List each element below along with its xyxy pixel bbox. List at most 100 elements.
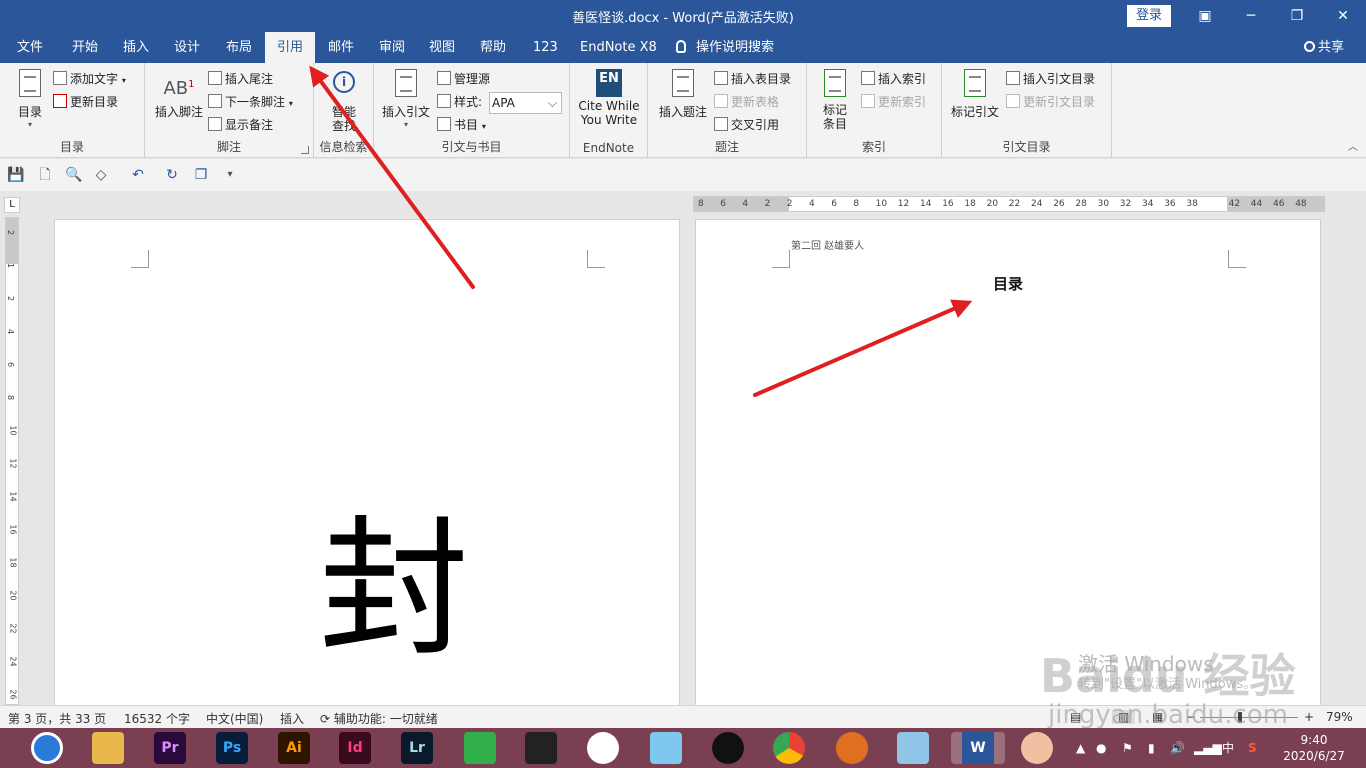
undo-icon[interactable]: ↶ (129, 166, 147, 184)
tab-home[interactable]: 开始 (60, 32, 110, 63)
crop-mark (772, 250, 790, 268)
collapse-ribbon-icon[interactable]: ︿ (1348, 138, 1358, 153)
insert-mode[interactable]: 插入 (280, 710, 304, 727)
insert-citation-button[interactable]: 插入引文 ▾ (380, 69, 432, 129)
show-notes-button[interactable]: 显示备注 (208, 115, 273, 135)
update-table-button[interactable]: 更新表格 (714, 92, 779, 112)
style-label: 样式: (437, 92, 482, 112)
ruler-tick-label: 6 (831, 199, 837, 209)
ime-indicator[interactable]: 中 (1222, 728, 1234, 768)
maximize-icon[interactable]: ❐ (1274, 0, 1320, 32)
file-explorer-icon[interactable] (92, 732, 124, 764)
next-footnote-button[interactable]: 下一条脚注 ▾ (208, 92, 293, 112)
battery-icon[interactable]: ▮ (1148, 728, 1155, 768)
tab-help[interactable]: 帮助 (468, 32, 518, 63)
mark-entry-icon (824, 69, 846, 97)
avatar[interactable] (1021, 732, 1053, 764)
insert-endnote-button[interactable]: 插入尾注 (208, 69, 273, 89)
orange-app-icon[interactable] (836, 732, 868, 764)
notes-app-icon[interactable] (897, 732, 929, 764)
update-index-button[interactable]: 更新索引 (861, 92, 926, 112)
tray-flag-icon[interactable]: ⚑ (1122, 728, 1133, 768)
tab-file[interactable]: 文件 (5, 32, 55, 63)
zoom-in-button[interactable]: + (1304, 710, 1314, 724)
ruler-tick-label: 12 (897, 199, 910, 209)
tab-insert[interactable]: 插入 (111, 32, 161, 63)
page-left[interactable]: 封 (54, 219, 680, 705)
insert-caption-button[interactable]: 插入题注 (656, 69, 710, 120)
ruler-tick-label: 24 (1031, 199, 1043, 209)
cross-reference-button[interactable]: 交叉引用 (714, 115, 779, 135)
tab-layout[interactable]: 布局 (214, 32, 264, 63)
share-button[interactable]: 共享 (1303, 32, 1344, 63)
manage-sources-button[interactable]: 管理源 (437, 69, 490, 89)
colorful-app-icon[interactable] (587, 732, 619, 764)
window-icon[interactable]: ❐ (192, 166, 210, 184)
save-icon[interactable]: 💾 (7, 166, 25, 184)
vruler-tick-label: 2 (6, 295, 16, 302)
illustrator-icon[interactable]: Ai (278, 732, 310, 764)
ribbon-display-options-icon[interactable]: ▣ (1182, 0, 1228, 32)
mark-entry-button[interactable]: 标记条目 (815, 69, 855, 131)
zoom-level[interactable]: 79% (1326, 710, 1353, 724)
login-button[interactable]: 登录 (1127, 5, 1171, 27)
dialog-launcher-icon[interactable] (301, 146, 309, 154)
accessibility-status[interactable]: ⟳ 辅助功能: 一切就绪 (320, 710, 438, 727)
tab-endnote[interactable]: EndNote X8 (568, 32, 669, 63)
smart-lookup-button[interactable]: i 智能查找 (324, 69, 364, 133)
tell-me-search[interactable]: 操作说明搜索 (676, 32, 774, 63)
word-count[interactable]: 16532 个字 (124, 710, 190, 727)
tab-design[interactable]: 设计 (162, 32, 212, 63)
tab-review[interactable]: 审阅 (367, 32, 417, 63)
tab-selector[interactable]: L (4, 197, 20, 213)
insert-table-of-authorities-button[interactable]: 插入引文目录 (1006, 69, 1095, 89)
redo-icon[interactable]: ↻ (163, 166, 181, 184)
tray-expand-icon[interactable]: ▲ (1076, 728, 1085, 768)
close-icon[interactable]: ✕ (1320, 0, 1366, 32)
citation-style-select[interactable]: APA ⌵ (489, 92, 562, 114)
clock-time: 9:40 (1300, 733, 1328, 747)
shapes-icon[interactable]: ◇ (92, 166, 110, 184)
volume-icon[interactable]: 🔊 (1170, 728, 1185, 768)
lightbulb-icon (676, 40, 686, 53)
page-right[interactable]: 第二回 赵雄要人 目录 激活 Windows 转到"设置"以激活 Windows… (695, 219, 1321, 705)
print-preview-icon[interactable]: 🔍 (65, 166, 83, 184)
qq-icon[interactable] (712, 732, 744, 764)
clock[interactable]: 9:40 2020/6/27 (1281, 732, 1347, 764)
start-browser-icon[interactable] (31, 732, 63, 764)
cite-while-you-write-button[interactable]: EN Cite While You Write (576, 69, 642, 127)
video-editor-icon[interactable] (525, 732, 557, 764)
premiere-icon[interactable]: Pr (154, 732, 186, 764)
tab-123[interactable]: 123 (521, 32, 570, 63)
update-toc-button[interactable]: 更新目录 (53, 92, 118, 112)
insert-index-button[interactable]: 插入索引 (861, 69, 926, 89)
photoshop-icon[interactable]: Ps (216, 732, 248, 764)
customize-qat-icon[interactable]: ▾ (221, 166, 239, 184)
minimize-icon[interactable]: ─ (1228, 0, 1274, 32)
page-count[interactable]: 第 3 页，共 33 页 (8, 710, 106, 727)
green-app-icon[interactable] (464, 732, 496, 764)
cloud-app-icon[interactable] (650, 732, 682, 764)
toc-button[interactable]: 目录 ▾ (10, 69, 50, 129)
new-document-icon[interactable]: 🗋 (36, 166, 54, 184)
tray-qq-icon[interactable]: ● (1096, 728, 1106, 768)
lightroom-icon[interactable]: Lr (401, 732, 433, 764)
tab-references[interactable]: 引用 (265, 32, 316, 63)
update-table-of-authorities-button[interactable]: 更新引文目录 (1006, 92, 1095, 112)
insert-table-of-figures-button[interactable]: 插入表目录 (714, 69, 791, 89)
ruler-tick-label: 42 (1228, 199, 1241, 209)
tab-view[interactable]: 视图 (417, 32, 467, 63)
mark-citation-button[interactable]: 标记引文 (948, 69, 1002, 120)
indesign-icon[interactable]: Id (339, 732, 371, 764)
word-taskbar-icon[interactable]: W (951, 732, 1005, 764)
chrome-icon[interactable] (773, 732, 805, 764)
add-text-button[interactable]: 添加文字 ▾ (53, 69, 126, 89)
network-icon[interactable]: ▂▄▆ (1194, 728, 1222, 768)
manage-sources-icon (437, 71, 451, 85)
caption-icon (672, 69, 694, 97)
insert-footnote-button[interactable]: AB1 插入脚注 (153, 69, 205, 120)
sogou-icon[interactable]: S (1248, 728, 1257, 768)
bibliography-button[interactable]: 书目 ▾ (437, 115, 486, 135)
language-status[interactable]: 中文(中国) (206, 710, 263, 727)
tab-mailings[interactable]: 邮件 (316, 32, 366, 63)
